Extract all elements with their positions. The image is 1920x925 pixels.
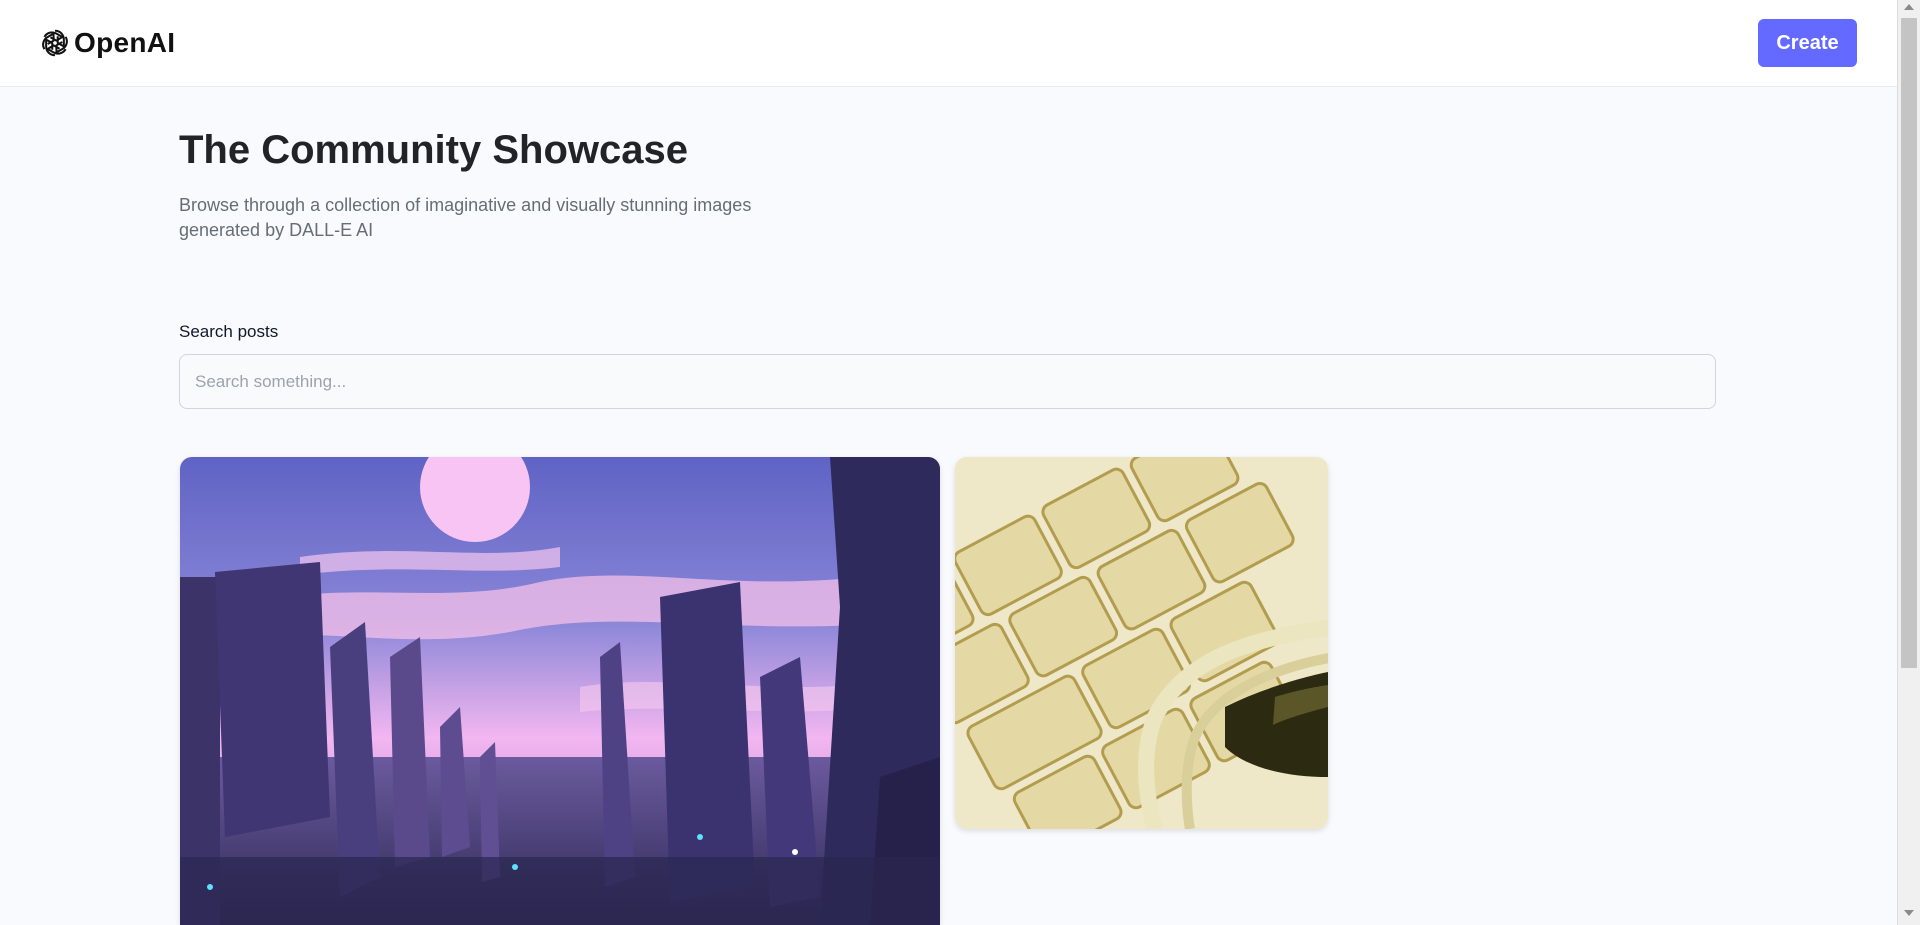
brand-name: OpenAI [74, 27, 176, 58]
scroll-down-icon[interactable] [1904, 910, 1914, 916]
gallery-card[interactable] [955, 457, 1328, 829]
page-subtitle: Browse through a collection of imaginati… [179, 195, 752, 240]
gallery-card[interactable] [180, 457, 940, 925]
keyboard-image [955, 457, 1328, 829]
brand-logo-link[interactable]: OpenAI [38, 26, 175, 60]
search-input[interactable] [179, 354, 1716, 409]
page-title: The Community Showcase [179, 128, 688, 172]
city-sunset-image [180, 457, 940, 925]
create-button[interactable]: Create [1758, 19, 1857, 67]
scroll-thumb[interactable] [1901, 18, 1917, 668]
top-navbar: OpenAI Create [0, 0, 1897, 87]
vertical-scrollbar[interactable] [1897, 0, 1920, 925]
search-label: Search posts [179, 322, 279, 341]
scroll-up-icon[interactable] [1904, 4, 1914, 10]
openai-logo-icon [42, 29, 68, 57]
